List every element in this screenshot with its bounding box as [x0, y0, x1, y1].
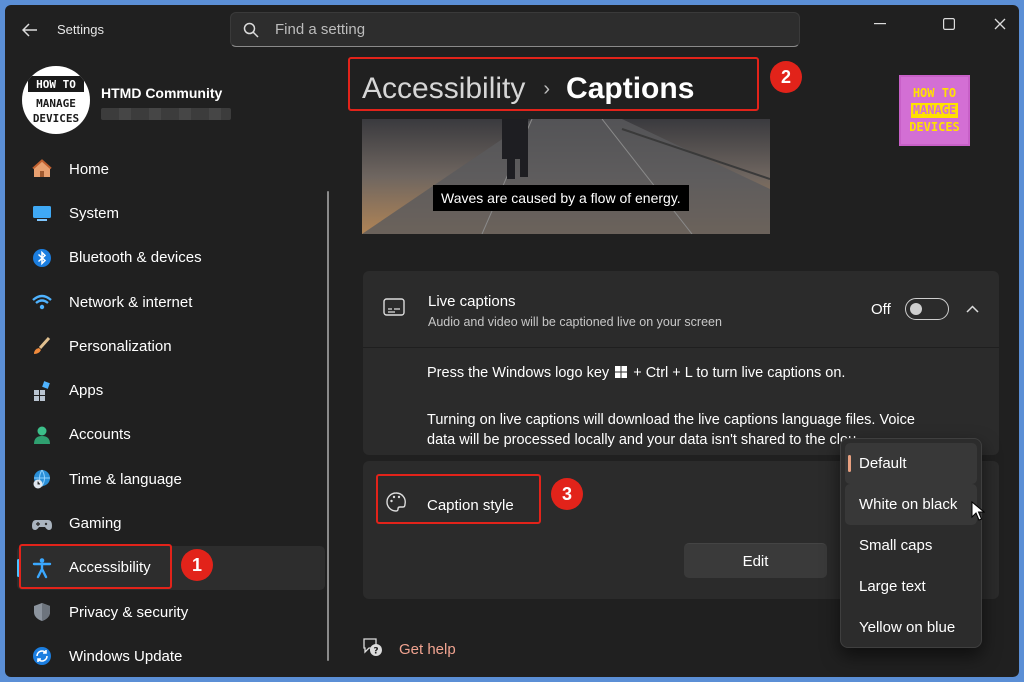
system-icon [33, 206, 51, 222]
minimize-icon [874, 23, 886, 25]
bluetooth-icon [33, 248, 51, 267]
search-input[interactable] [275, 13, 775, 46]
sidebar-item-bluetooth[interactable]: Bluetooth & devices [17, 236, 325, 280]
windows-logo-icon [615, 366, 628, 378]
dropdown-option-white-on-black[interactable]: White on black [845, 484, 977, 525]
live-captions-info-line2: data will be processed locally and your … [427, 432, 857, 448]
get-help-label: Get help [399, 641, 456, 658]
avatar-logo-line2: MANAGE [36, 97, 76, 110]
globe-clock-icon [33, 469, 50, 489]
sidebar-item-home[interactable]: Home [17, 147, 325, 191]
sidebar-item-time-language[interactable]: Time & language [17, 457, 325, 501]
brush-icon [34, 337, 51, 355]
user-name: HTMD Community [101, 85, 223, 101]
annotation-box-1 [19, 544, 172, 589]
sidebar-item-windows-update[interactable]: Windows Update [17, 634, 325, 677]
home-icon [32, 159, 52, 178]
maximize-button[interactable] [926, 9, 972, 39]
sidebar-item-gaming[interactable]: Gaming [17, 501, 325, 545]
close-icon [994, 18, 1006, 30]
live-captions-card: Live captions Audio and video will be ca… [363, 271, 999, 455]
accounts-icon [34, 426, 50, 444]
sidebar-item-accounts[interactable]: Accounts [17, 413, 325, 457]
back-arrow-icon [22, 23, 37, 37]
live-captions-description: Audio and video will be captioned live o… [428, 315, 722, 329]
shield-icon [34, 603, 50, 622]
dropdown-option-yellow-on-blue[interactable]: Yellow on blue [845, 607, 977, 648]
title-bar: Settings [5, 5, 1019, 55]
sidebar-item-label: System [69, 204, 120, 222]
sidebar-item-label: Bluetooth & devices [69, 249, 202, 267]
apps-icon [34, 380, 50, 401]
dropdown-option-small-caps[interactable]: Small caps [845, 525, 977, 566]
sidebar-item-label: Privacy & security [69, 603, 189, 621]
close-button[interactable] [977, 9, 1019, 39]
live-captions-toggle[interactable] [905, 298, 949, 320]
svg-text:?: ? [373, 647, 378, 657]
maximize-icon [943, 18, 955, 30]
get-help-link[interactable]: ? Get help [361, 635, 456, 658]
help-icon: ? [363, 638, 382, 657]
search-box[interactable] [230, 12, 800, 47]
toggle-state-label: Off [871, 301, 891, 318]
wifi-icon [32, 294, 52, 310]
caption-style-dropdown: Default White on black Small caps Large … [840, 438, 982, 648]
sidebar-item-label: Home [69, 160, 110, 178]
sidebar-item-label: Windows Update [69, 647, 183, 665]
avatar-logo-line3: DEVICES [33, 112, 79, 125]
search-icon [243, 22, 259, 38]
brand-logo-line2: MANAGE [910, 103, 959, 118]
sidebar-item-label: Apps [69, 382, 104, 400]
sidebar-item-system[interactable]: System [17, 191, 325, 235]
sidebar-item-network[interactable]: Network & internet [17, 280, 325, 324]
sidebar-item-apps[interactable]: Apps [17, 368, 325, 412]
chevron-up-icon[interactable] [966, 305, 979, 313]
captions-icon [383, 298, 405, 316]
caption-preview [362, 119, 770, 234]
preview-caption: Waves are caused by a flow of energy. [433, 185, 689, 211]
dropdown-option-default[interactable]: Default [845, 443, 977, 484]
sidebar-item-label: Personalization [69, 337, 172, 355]
preview-image [362, 119, 770, 234]
live-captions-row[interactable]: Live captions Audio and video will be ca… [363, 271, 999, 347]
brand-logo-line1: HOW TO [912, 86, 957, 100]
mouse-cursor-icon [971, 501, 985, 521]
sidebar-item-label: Accounts [69, 426, 131, 444]
annotation-number-3: 3 [551, 478, 583, 510]
dropdown-option-large-text[interactable]: Large text [845, 566, 977, 607]
card-divider [363, 347, 999, 348]
edit-button[interactable]: Edit [684, 543, 827, 578]
back-button[interactable] [17, 17, 43, 43]
settings-window: Settings HOW TO MANAGE DEVICES HTMD Comm… [5, 5, 1019, 677]
annotation-number-2: 2 [770, 61, 802, 93]
sidebar-item-label: Gaming [69, 515, 122, 533]
sidebar-item-personalization[interactable]: Personalization [17, 324, 325, 368]
brand-logo-line3: DEVICES [909, 120, 960, 134]
brand-logo: HOW TO MANAGE DEVICES [899, 75, 970, 146]
annotation-number-1: 1 [181, 549, 213, 581]
app-title: Settings [57, 22, 104, 37]
shortcut-text-part1: Press the Windows logo key [427, 365, 610, 381]
avatar[interactable]: HOW TO MANAGE DEVICES [22, 66, 90, 134]
gamepad-icon [32, 519, 52, 530]
sidebar-scrollbar[interactable] [327, 191, 329, 661]
annotation-box-3 [376, 474, 541, 524]
user-email-redacted [101, 108, 231, 120]
live-captions-info-line1: Turning on live captions will download t… [427, 412, 915, 428]
sidebar-item-label: Network & internet [69, 293, 193, 311]
update-icon [33, 647, 51, 666]
annotation-box-2 [348, 57, 759, 111]
avatar-logo-line1: HOW TO [36, 78, 76, 91]
sidebar-item-label: Time & language [69, 470, 182, 488]
live-captions-shortcut-text: Press the Windows logo key + Ctrl + L to… [427, 363, 845, 383]
shortcut-text-part2: + Ctrl + L to turn live captions on. [633, 365, 846, 381]
sidebar-nav: Home System Bluetooth & devices Network … [17, 147, 325, 677]
avatar-logo: HOW TO MANAGE DEVICES [28, 76, 84, 125]
sidebar-item-privacy[interactable]: Privacy & security [17, 590, 325, 634]
live-captions-title: Live captions [428, 293, 516, 310]
minimize-button[interactable] [857, 9, 903, 39]
